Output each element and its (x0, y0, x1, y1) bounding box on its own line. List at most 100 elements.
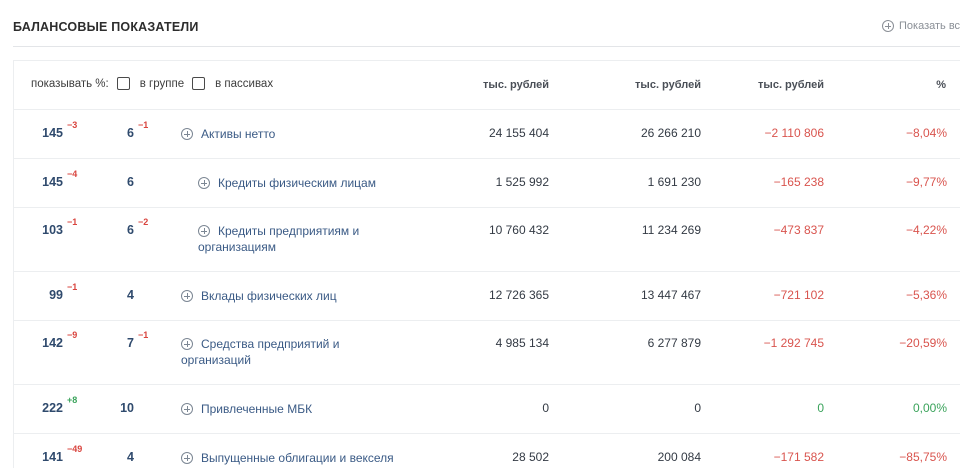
rank-overall-change: +8 (67, 395, 78, 405)
expand-plus-icon (198, 177, 210, 189)
value-change-percent: −9,77% (905, 175, 947, 189)
indicator-name-line1: Вклады физических лиц (201, 289, 337, 303)
rank-group-change: −2 (138, 217, 149, 227)
indicator-name-line1: Средства предприятий и (201, 337, 340, 351)
rank-overall-change: −49 (67, 444, 83, 454)
value-previous: 1 691 230 (647, 175, 701, 189)
column-header-previous: тыс. рублей (635, 79, 701, 91)
table-row[interactable]: 141 −49 4 Выпущенные облигации и векселя 28 … (14, 433, 960, 468)
value-current: 0 (542, 401, 549, 415)
value-change: −721 102 (773, 288, 824, 302)
table-row[interactable]: 145 −3 6 −1 Активы нетто 24 155 404 26 266 210… (14, 109, 960, 159)
in-liabilities-checkbox[interactable] (192, 77, 206, 90)
divider (13, 46, 960, 47)
in-group-label: в группе (139, 77, 185, 90)
rank-overall-change: −9 (67, 330, 78, 340)
column-header-current: тыс. рублей (483, 79, 549, 91)
value-previous: 6 277 879 (647, 336, 701, 350)
rank-overall-change: −3 (67, 120, 78, 130)
indicator-name-link[interactable]: Привлеченные МБК (181, 401, 401, 417)
rank-overall: 142 (42, 336, 63, 350)
value-change: −171 582 (773, 450, 824, 464)
rank-overall: 145 (42, 175, 63, 189)
rank-group-change: −1 (138, 330, 149, 340)
value-previous: 0 (694, 401, 701, 415)
value-change-percent: −20,59% (899, 336, 947, 350)
rank-overall-change: −4 (67, 169, 78, 179)
plus-circle-icon (882, 20, 894, 32)
in-liabilities-label: в пассивах (215, 77, 274, 90)
indicator-name-line1: Выпущенные облигации и векселя (201, 451, 394, 465)
show-all-label: Показать все (899, 20, 960, 32)
expand-plus-icon (198, 225, 210, 237)
rank-group-change: −1 (138, 120, 149, 130)
balance-page: БАЛАНСОВЫЕ ПОКАЗАТЕЛИ Показать все показ… (0, 0, 960, 468)
show-all-link[interactable]: Показать все (882, 20, 960, 32)
table-row[interactable]: 222 +8 10 Привлеченные МБК 0 0 0 0,00% (14, 384, 960, 434)
value-change-percent: −5,36% (905, 288, 947, 302)
value-previous: 200 084 (657, 450, 701, 464)
value-change: −1 292 745 (763, 336, 824, 350)
value-current: 10 760 432 (488, 223, 549, 237)
rank-overall: 145 (42, 126, 63, 140)
value-change-percent: 0,00% (912, 401, 947, 415)
rank-group: 4 (127, 450, 134, 464)
value-change-percent: −8,04% (905, 126, 947, 140)
indicator-name-line1: Кредиты предприятиям и (218, 224, 360, 238)
rank-group: 10 (120, 401, 134, 415)
table-row[interactable]: 103 −1 6 −2 Кредиты предприятиям и организаци… (14, 207, 960, 272)
indicator-name-line2: организаций (181, 353, 251, 367)
rank-overall: 141 (42, 450, 63, 464)
rank-overall: 103 (42, 223, 63, 237)
table-row[interactable]: 145 −4 6 Кредиты физическим лицам 1 525 992 1… (14, 158, 960, 208)
rank-overall-change: −1 (67, 282, 78, 292)
indicator-name-link[interactable]: Вклады физических лиц (181, 288, 401, 304)
show-percent-label: показывать %: (31, 77, 109, 90)
indicator-name-link[interactable]: Кредиты физическим лицам (198, 175, 418, 191)
percent-toggle-group: показывать %: в группе в пассивах (31, 77, 273, 90)
rank-group: 4 (127, 288, 134, 302)
rank-group: 7 (127, 336, 134, 350)
value-current: 12 726 365 (488, 288, 549, 302)
column-header-change: тыс. рублей (758, 79, 824, 91)
value-change: −473 837 (773, 223, 824, 237)
value-change: −2 110 806 (764, 126, 824, 140)
value-change-percent: −85,75% (899, 450, 947, 464)
value-change: 0 (817, 401, 824, 415)
indicator-name-line2: организациям (198, 240, 276, 254)
indicator-name-line1: Привлеченные МБК (201, 402, 313, 416)
table-header: показывать %: в группе в пассивах тыс. р… (14, 61, 960, 110)
indicator-name-link[interactable]: Активы нетто (181, 126, 401, 142)
value-previous: 13 447 467 (640, 288, 701, 302)
expand-plus-icon (181, 290, 193, 302)
table-row[interactable]: 99 −1 4 Вклады физических лиц 12 726 365 13 4… (14, 271, 960, 321)
value-change: −165 238 (773, 175, 824, 189)
rank-overall-change: −1 (67, 217, 78, 227)
expand-plus-icon (181, 403, 193, 415)
rank-group: 6 (127, 126, 134, 140)
column-header-percent: % (936, 79, 946, 91)
expand-plus-icon (181, 128, 193, 140)
balance-table: показывать %: в группе в пассивах тыс. р… (13, 60, 960, 468)
indicator-name-link[interactable]: Средства предприятий и организаций (181, 336, 401, 368)
indicator-name-line1: Кредиты физическим лицам (218, 176, 376, 190)
table-row[interactable]: 142 −9 7 −1 Средства предприятий и организаци… (14, 320, 960, 385)
indicator-name-link[interactable]: Кредиты предприятиям и организациям (198, 223, 418, 255)
value-change-percent: −4,22% (905, 223, 947, 237)
value-current: 28 502 (512, 450, 549, 464)
value-current: 24 155 404 (488, 126, 549, 140)
rank-group: 6 (127, 175, 134, 189)
expand-plus-icon (181, 452, 193, 464)
value-current: 1 525 992 (495, 175, 549, 189)
expand-plus-icon (181, 338, 193, 350)
rank-overall: 222 (42, 401, 63, 415)
rank-group: 6 (127, 223, 134, 237)
value-previous: 26 266 210 (640, 126, 701, 140)
indicator-name-link[interactable]: Выпущенные облигации и векселя (181, 450, 401, 466)
in-group-checkbox[interactable] (116, 77, 130, 90)
value-current: 4 985 134 (495, 336, 549, 350)
rank-overall: 99 (49, 288, 63, 302)
indicator-name-line1: Активы нетто (201, 127, 276, 141)
section-title: БАЛАНСОВЫЕ ПОКАЗАТЕЛИ (13, 20, 199, 34)
value-previous: 11 234 269 (641, 223, 701, 237)
